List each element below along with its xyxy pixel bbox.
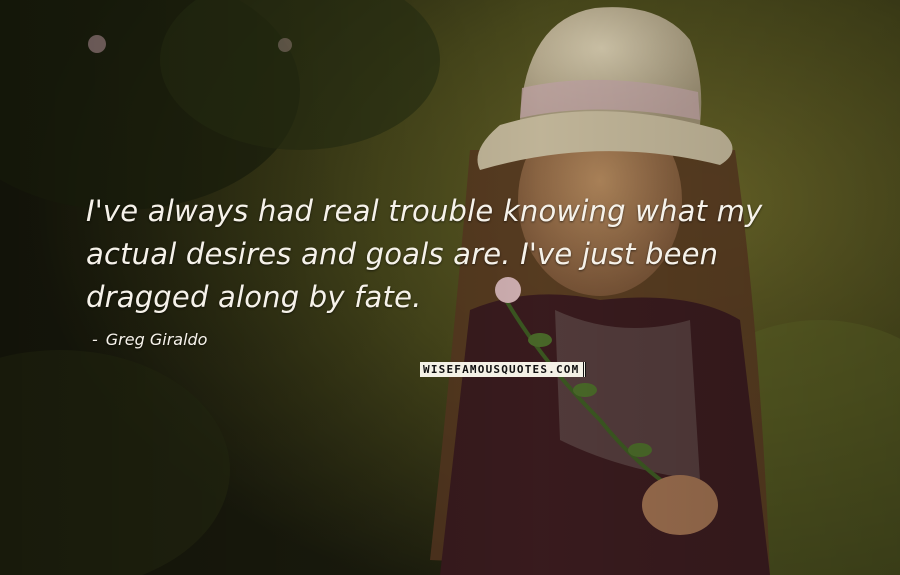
author-name: Greg Giraldo [105, 330, 208, 349]
author-attribution: - Greg Giraldo [92, 330, 207, 349]
watermark-stripe [583, 362, 587, 377]
watermark-text: WISEFAMOUSQUOTES.COM [420, 362, 584, 377]
watermark-logo: WISEFAMOUSQUOTES.COM [420, 362, 587, 377]
quote-image: I've always had real trouble knowing wha… [0, 0, 900, 575]
author-dash: - [92, 330, 98, 349]
quote-text: I've always had real trouble knowing wha… [86, 194, 763, 314]
